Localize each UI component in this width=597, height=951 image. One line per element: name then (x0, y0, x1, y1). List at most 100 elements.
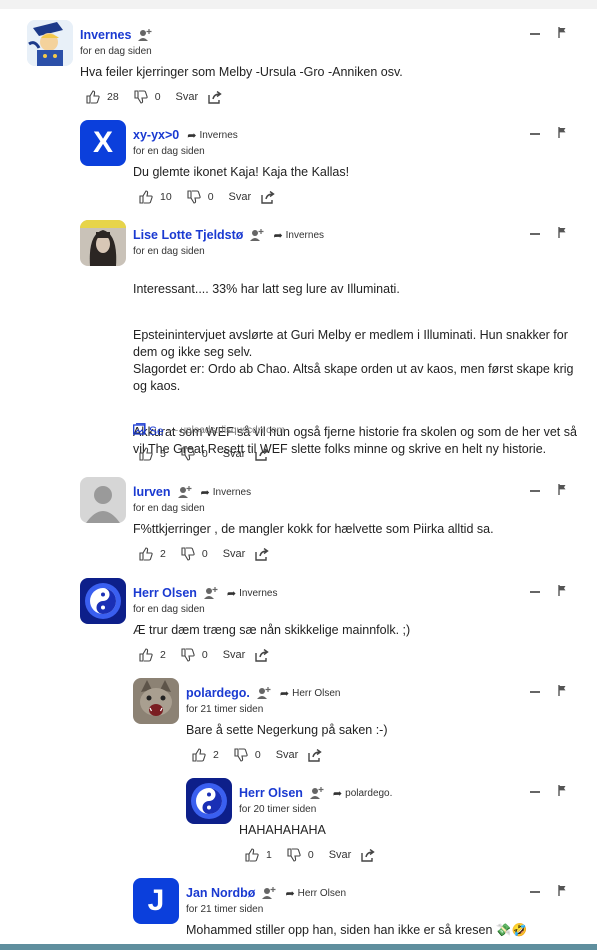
flag-icon[interactable] (558, 27, 567, 41)
flag-icon[interactable] (558, 227, 567, 241)
avatar[interactable] (27, 20, 73, 66)
reply-to[interactable]: ➦ Invernes (273, 229, 324, 242)
avatar[interactable]: J (133, 878, 179, 924)
share-icon[interactable] (208, 90, 222, 104)
like-button[interactable] (86, 90, 100, 104)
reply-button[interactable]: Svar (176, 91, 199, 103)
timestamp[interactable]: for 21 timer siden (186, 904, 263, 915)
reply-to[interactable]: ➦ Invernes (227, 587, 278, 600)
follow-user-icon[interactable] (249, 228, 265, 242)
reply-arrow-icon: ➦ (200, 486, 210, 499)
reply-button[interactable]: Svar (223, 448, 246, 460)
avatar[interactable]: X (80, 120, 126, 166)
dislike-count: 0 (254, 749, 261, 761)
reply-button[interactable]: Svar (223, 649, 246, 661)
reply-to[interactable]: ➦ Invernes (187, 129, 238, 142)
like-button[interactable] (139, 547, 153, 561)
collapse-icon[interactable] (530, 33, 540, 35)
flag-icon[interactable] (558, 585, 567, 599)
dislike-count: 0 (207, 191, 214, 203)
like-count: 2 (160, 649, 166, 661)
follow-user-icon[interactable] (256, 686, 272, 700)
author-name[interactable]: Lise Lotte Tjeldstø (133, 228, 243, 242)
follow-user-icon[interactable] (261, 886, 277, 900)
collapse-icon[interactable] (530, 591, 540, 593)
reply-arrow-icon: ➦ (187, 129, 197, 142)
reply-button[interactable]: Svar (329, 849, 352, 861)
timestamp[interactable]: for en dag siden (133, 604, 205, 615)
like-button[interactable] (139, 190, 153, 204)
author-name[interactable]: lurven (133, 485, 171, 499)
dislike-button[interactable] (181, 447, 195, 461)
avatar[interactable] (186, 778, 232, 824)
dislike-button[interactable] (287, 848, 301, 862)
share-icon[interactable] (255, 648, 270, 662)
share-icon[interactable] (308, 748, 323, 762)
reply-to[interactable]: ➦ Herr Olsen (285, 887, 346, 900)
reply-button[interactable]: Svar (229, 191, 252, 203)
like-count: 10 (160, 191, 172, 203)
timestamp[interactable]: for en dag siden (133, 146, 205, 157)
dislike-button[interactable] (134, 90, 148, 104)
attachment-link[interactable]: Se — uploads.disquscdn.com (133, 423, 285, 438)
author-name[interactable]: Herr Olsen (239, 786, 303, 800)
author-name[interactable]: Jan Nordbø (186, 886, 255, 900)
avatar[interactable] (80, 220, 126, 266)
reply-to[interactable]: ➦ polardego. (333, 787, 392, 800)
follow-user-icon[interactable] (309, 786, 325, 800)
collapse-icon[interactable] (530, 490, 540, 492)
timestamp[interactable]: for en dag siden (80, 46, 152, 57)
thumbs-down-icon (287, 848, 301, 862)
like-button[interactable] (245, 848, 259, 862)
like-button[interactable] (192, 748, 206, 762)
flag-icon[interactable] (558, 127, 567, 141)
follow-user-icon[interactable] (137, 28, 153, 42)
like-button[interactable] (139, 648, 153, 662)
reply-to[interactable]: ➦ Herr Olsen (280, 687, 341, 700)
timestamp[interactable]: for en dag siden (133, 503, 205, 514)
reply-to[interactable]: ➦ Invernes (201, 486, 252, 499)
comment: Lise Lotte Tjeldstø ➦ Invernes for en dag… (80, 220, 577, 470)
avatar[interactable] (133, 678, 179, 724)
collapse-icon[interactable] (530, 691, 540, 693)
follow-user-icon[interactable] (177, 485, 193, 499)
share-icon[interactable] (261, 190, 275, 204)
share-icon[interactable] (255, 547, 270, 561)
yin-yang-avatar-icon (186, 778, 232, 824)
dislike-button[interactable] (181, 547, 195, 561)
like-button[interactable] (139, 447, 153, 461)
dislike-button[interactable] (187, 190, 201, 204)
reply-button[interactable]: Svar (223, 548, 246, 560)
comment: polardego. ➦ Herr Olsen for 21 timer side… (133, 678, 572, 773)
author-name[interactable]: Invernes (80, 28, 131, 42)
comment: J Jan Nordbø ➦ Herr Olsen for 21 timer si… (133, 878, 572, 944)
flag-icon[interactable] (558, 885, 567, 899)
reply-button[interactable]: Svar (276, 749, 299, 761)
cat-avatar-icon (133, 678, 179, 724)
comment: X xy-yx>0 ➦ Invernes for en dag siden Du … (80, 120, 572, 215)
dislike-button[interactable] (181, 648, 195, 662)
collapse-icon[interactable] (530, 791, 540, 793)
share-icon[interactable] (255, 447, 270, 461)
collapse-icon[interactable] (530, 891, 540, 893)
comment-actions: 2 0 Svar (139, 545, 270, 563)
timestamp[interactable]: for en dag siden (133, 246, 205, 257)
collapse-icon[interactable] (530, 233, 540, 235)
flag-icon[interactable] (558, 785, 567, 799)
flag-icon[interactable] (558, 685, 567, 699)
timestamp[interactable]: for 20 timer siden (239, 804, 316, 815)
avatar[interactable] (80, 477, 126, 523)
author-name[interactable]: Herr Olsen (133, 586, 197, 600)
collapse-icon[interactable] (530, 133, 540, 135)
bottom-bar (0, 944, 597, 950)
avatar[interactable] (80, 578, 126, 624)
reply-arrow-icon: ➦ (226, 587, 237, 600)
flag-icon[interactable] (558, 484, 567, 498)
dislike-button[interactable] (234, 748, 248, 762)
timestamp[interactable]: for 21 timer siden (186, 704, 263, 715)
comment-header: polardego. ➦ Herr Olsen (186, 684, 340, 702)
author-name[interactable]: polardego. (186, 686, 250, 700)
author-name[interactable]: xy-yx>0 (133, 128, 179, 142)
share-icon[interactable] (361, 848, 376, 862)
follow-user-icon[interactable] (203, 586, 219, 600)
